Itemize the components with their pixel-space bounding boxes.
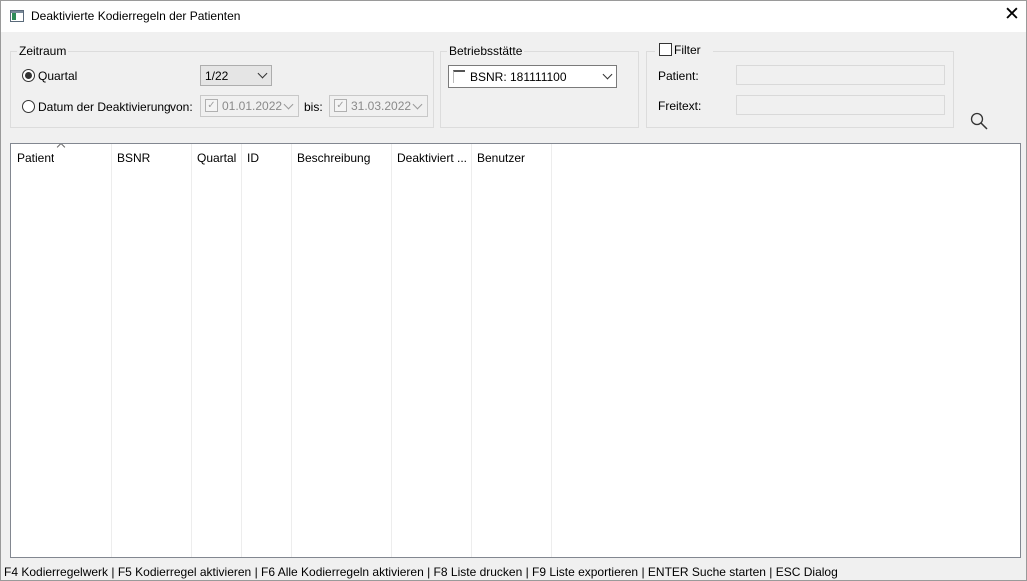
column-divider[interactable]: [551, 144, 552, 557]
freitext-label: Freitext:: [658, 99, 702, 113]
column-header-benutzer[interactable]: Benutzer: [477, 151, 525, 165]
title-bar: Deaktivierte Kodierregeln der Patienten …: [1, 1, 1026, 32]
window-title: Deaktivierte Kodierregeln der Patienten: [31, 9, 241, 23]
bis-date-picker[interactable]: ✓ 31.03.2022: [329, 95, 428, 117]
filter-label[interactable]: Filter: [674, 43, 701, 57]
column-header-bsnr[interactable]: BSNR: [117, 151, 150, 165]
column-divider[interactable]: [391, 144, 392, 557]
von-checkbox[interactable]: ✓: [205, 99, 218, 112]
column-divider[interactable]: [111, 144, 112, 557]
bis-label: bis:: [304, 100, 323, 114]
datum-label[interactable]: Datum der Deaktivierung: [38, 100, 171, 114]
column-header-patient[interactable]: Patient: [17, 151, 54, 165]
dialog-window: Deaktivierte Kodierregeln der Patienten …: [0, 0, 1027, 581]
chevron-down-icon: [283, 99, 294, 110]
column-divider[interactable]: [471, 144, 472, 557]
bsnr-select-value: BSNR: 181111100: [470, 70, 567, 84]
quartal-label[interactable]: Quartal: [38, 69, 77, 83]
column-divider[interactable]: [191, 144, 192, 557]
column-header-id[interactable]: ID: [247, 151, 259, 165]
datum-radio[interactable]: [22, 100, 35, 113]
app-window-icon: [10, 10, 24, 22]
quartal-select-value: 1/22: [205, 69, 229, 83]
patient-input[interactable]: [736, 65, 945, 85]
chevron-down-icon: [602, 69, 613, 80]
close-icon[interactable]: ✕: [1000, 4, 1024, 28]
patient-label: Patient:: [658, 69, 699, 83]
von-date-value: 01.01.2022: [222, 99, 283, 113]
bis-checkbox[interactable]: ✓: [334, 99, 347, 112]
von-date-picker[interactable]: ✓ 01.01.2022: [200, 95, 299, 117]
column-header-beschreibung[interactable]: Beschreibung: [297, 151, 370, 165]
column-header-quartal[interactable]: Quartal: [197, 151, 236, 165]
bsnr-select[interactable]: BSNR: 181111100: [448, 65, 617, 88]
bis-date-value: 31.03.2022: [351, 99, 412, 113]
bsnr-color-swatch: [453, 70, 465, 83]
search-icon[interactable]: [969, 111, 989, 131]
shortcut-status-bar: F4 Kodierregelwerk | F5 Kodierregel akti…: [4, 565, 838, 579]
results-table[interactable]: Patient BSNR Quartal ID Beschreibung Dea…: [10, 143, 1021, 558]
freitext-input[interactable]: [736, 95, 945, 115]
zeitraum-label: Zeitraum: [17, 44, 69, 58]
filter-checkbox[interactable]: [659, 43, 672, 56]
quartal-select[interactable]: 1/22: [200, 65, 272, 86]
betriebsstaette-group: Betriebsstätte: [440, 44, 639, 128]
sort-ascending-icon: [56, 144, 66, 152]
filter-group: [646, 51, 954, 128]
betriebsstaette-label: Betriebsstätte: [447, 44, 525, 58]
von-label: von:: [170, 100, 193, 114]
column-divider[interactable]: [241, 144, 242, 557]
chevron-down-icon: [412, 99, 423, 110]
chevron-down-icon: [257, 68, 268, 79]
quartal-radio[interactable]: [22, 69, 35, 82]
column-header-deaktiviert[interactable]: Deaktiviert ...: [397, 151, 469, 165]
column-divider[interactable]: [291, 144, 292, 557]
